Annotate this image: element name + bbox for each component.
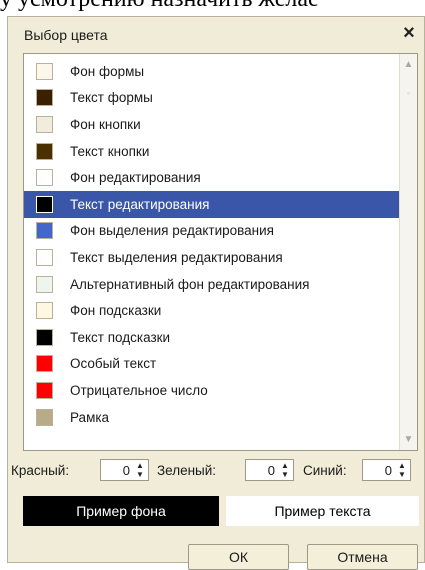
list-item-label: Фон формы: [70, 63, 145, 79]
list-item[interactable]: Отрицательное число: [24, 377, 399, 404]
green-spinner[interactable]: 0 ▲ ▼: [245, 459, 294, 481]
color-swatch: [36, 275, 53, 293]
cancel-button[interactable]: Отмена: [307, 544, 418, 570]
text-sample: Пример текста: [226, 496, 419, 526]
close-icon[interactable]: ×: [398, 22, 420, 44]
background-document-text: у усмотрению назначить желае: [0, 0, 425, 13]
list-item-label: Альтернативный фон редактирования: [70, 276, 310, 292]
list-item[interactable]: Фон редактирования: [24, 164, 399, 191]
green-label: Зеленый:: [157, 463, 217, 478]
background-sample: Пример фона: [23, 496, 219, 526]
title-bar[interactable]: Выбор цвета ×: [8, 17, 424, 51]
red-label: Красный:: [11, 463, 70, 478]
list-item-label: Текст подсказки: [70, 329, 171, 345]
green-value[interactable]: 0: [268, 463, 275, 478]
blue-spinner[interactable]: 0 ▲ ▼: [362, 459, 411, 481]
color-swatch: [36, 195, 53, 213]
list-item-label: Текст выделения редактирования: [70, 249, 283, 265]
list-item-label: Фон выделения редактирования: [70, 223, 274, 239]
color-swatch: [36, 355, 53, 373]
list-item-label: Рамка: [70, 409, 110, 425]
list-item[interactable]: Альтернативный фон редактирования: [24, 271, 399, 298]
color-swatch: [36, 169, 53, 187]
list-item-label: Фон редактирования: [70, 170, 201, 186]
list-item[interactable]: Фон кнопки: [24, 111, 399, 138]
list-item-label: Текст кнопки: [70, 143, 150, 159]
list-item-label: Фон кнопки: [70, 116, 141, 132]
color-picker-dialog: Выбор цвета × Фон формы Текст формы Фон кн…: [7, 16, 425, 570]
color-swatch: [36, 328, 53, 346]
list-item-label: Текст формы: [70, 90, 153, 106]
red-spinner-arrows-icon[interactable]: ▲ ▼: [134, 461, 146, 479]
color-swatch: [36, 89, 53, 107]
list-item[interactable]: Текст выделения редактирования: [24, 244, 399, 271]
color-swatch: [36, 222, 53, 240]
blue-label: Синий:: [303, 463, 347, 478]
red-spinner[interactable]: 0 ▲ ▼: [100, 459, 149, 481]
color-element-list[interactable]: Фон формы Текст формы Фон кнопки Текст кноп…: [23, 53, 418, 451]
color-list-items: Фон формы Текст формы Фон кнопки Текст кноп…: [24, 58, 399, 430]
list-item-label: Особый текст: [70, 356, 157, 372]
list-item-label: Текст редактирования: [70, 196, 210, 212]
scroll-down-icon[interactable]: ▼: [400, 431, 417, 448]
rgb-controls: Красный: 0 ▲ ▼ Зеленый: 0 ▲ ▼ Синий: 0 ▲ ▼: [8, 459, 424, 483]
color-swatch: [36, 62, 53, 80]
list-item[interactable]: Фон формы: [24, 58, 399, 85]
scroll-up-icon[interactable]: ▲: [400, 56, 417, 73]
blue-spinner-arrows-icon[interactable]: ▲ ▼: [396, 461, 408, 479]
list-item[interactable]: Текст формы: [24, 85, 399, 112]
dialog-title: Выбор цвета: [24, 27, 108, 43]
red-value[interactable]: 0: [123, 463, 130, 478]
color-swatch: [36, 302, 53, 320]
color-swatch: [36, 142, 53, 160]
color-swatch: [36, 248, 53, 266]
ok-button[interactable]: ОК: [188, 544, 289, 570]
list-item[interactable]: Фон выделения редактирования: [24, 218, 399, 245]
list-item-label: Фон подсказки: [70, 303, 162, 319]
list-item[interactable]: Особый текст: [24, 351, 399, 378]
scroll-thumb[interactable]: ◦: [404, 89, 413, 98]
list-item[interactable]: Текст редактирования: [24, 190, 399, 218]
green-spinner-arrows-icon[interactable]: ▲ ▼: [279, 461, 291, 479]
list-item-label: Отрицательное число: [70, 382, 208, 398]
blue-value[interactable]: 0: [385, 463, 392, 478]
color-swatch: [36, 408, 53, 426]
list-item[interactable]: Текст кнопки: [24, 138, 399, 165]
list-item[interactable]: Рамка: [24, 404, 399, 431]
list-scrollbar[interactable]: ▲ ◦ ▼: [399, 54, 417, 450]
list-item[interactable]: Фон подсказки: [24, 297, 399, 324]
color-swatch: [36, 381, 53, 399]
color-swatch: [36, 115, 53, 133]
list-item[interactable]: Текст подсказки: [24, 324, 399, 351]
